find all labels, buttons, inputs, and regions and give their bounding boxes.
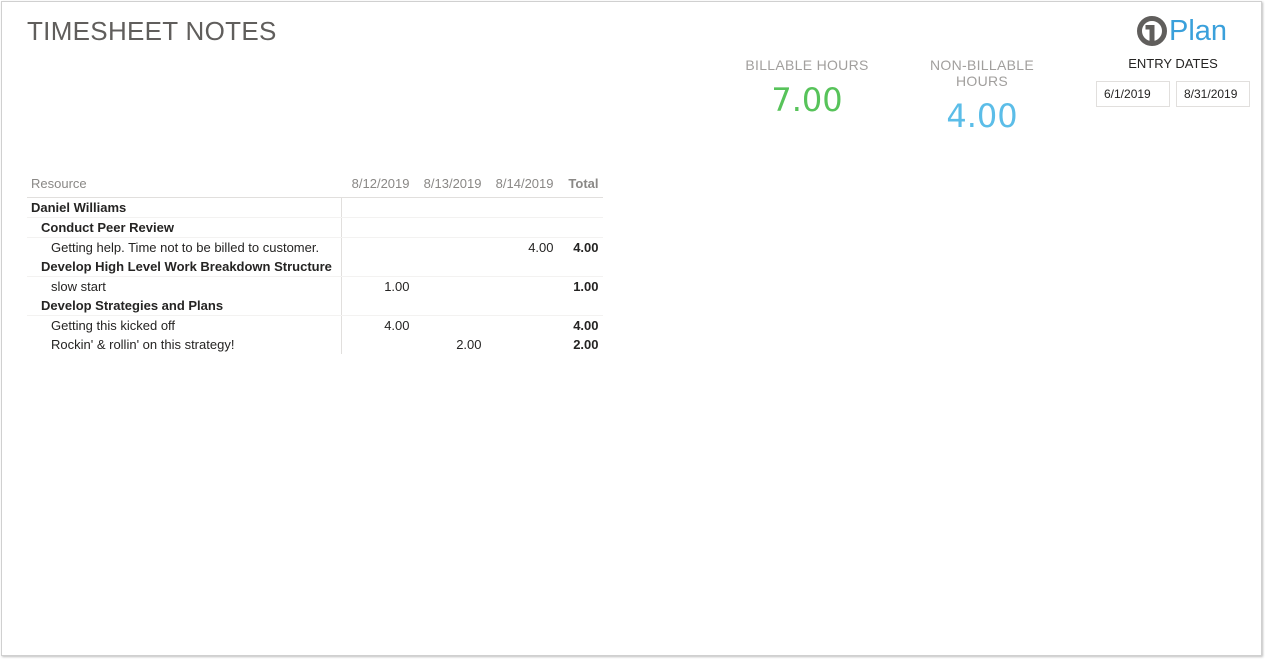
matrix-row-note[interactable]: slow start 1.00 1.00 xyxy=(27,276,603,297)
billable-hours-label: BILLABLE HOURS xyxy=(745,57,869,73)
non-billable-hours-label: NON-BILLABLE HOURS xyxy=(930,57,1034,89)
cell-date-2 xyxy=(414,277,486,297)
timesheet-matrix: Resource 8/12/2019 8/13/2019 8/14/2019 T… xyxy=(27,169,603,354)
cell-total xyxy=(557,257,603,277)
start-date-input[interactable]: 6/1/2019 xyxy=(1096,81,1170,107)
cell-date-1 xyxy=(341,217,414,238)
cell-date-2 xyxy=(414,316,486,336)
cell-total: 4.00 xyxy=(573,318,599,333)
header-resource[interactable]: Resource xyxy=(27,169,341,198)
oneplan-logo: Plan xyxy=(1136,14,1227,48)
billable-hours-value: 7.00 xyxy=(771,81,843,119)
logo-mark-icon xyxy=(1137,16,1167,46)
row-label: Develop High Level Work Breakdown Struct… xyxy=(27,257,342,277)
cell-total: 4.00 xyxy=(573,240,599,255)
cell-date-3 xyxy=(485,296,558,316)
logo-text: Plan xyxy=(1169,15,1228,47)
non-billable-hours-value: 4.00 xyxy=(946,97,1018,135)
cell-date-2 xyxy=(413,197,486,218)
matrix-row-note[interactable]: Rockin' & rollin' on this strategy! 2.00… xyxy=(27,335,603,354)
cell-date-1: 1.00 xyxy=(384,279,410,294)
non-billable-hours-card: NON-BILLABLE HOURS 4.00 xyxy=(902,57,1062,135)
cell-date-1 xyxy=(341,238,414,258)
cell-date-1 xyxy=(341,257,414,277)
end-date-input[interactable]: 8/31/2019 xyxy=(1176,81,1250,107)
cell-date-3 xyxy=(485,197,558,218)
row-label: Conduct Peer Review xyxy=(27,217,342,238)
cell-date-2 xyxy=(413,217,486,238)
cell-date-1 xyxy=(341,296,414,316)
header-date-2[interactable]: 8/13/2019 xyxy=(413,169,486,198)
cell-date-3 xyxy=(486,316,558,336)
entry-dates-label: ENTRY DATES xyxy=(1128,56,1218,71)
cell-date-3 xyxy=(485,217,558,238)
row-label: Rockin' & rollin' on this strategy! xyxy=(27,335,342,354)
matrix-row-task[interactable]: Develop High Level Work Breakdown Struct… xyxy=(27,257,603,277)
cell-date-2 xyxy=(413,296,486,316)
row-label: slow start xyxy=(27,276,342,296)
row-label: Getting this kicked off xyxy=(27,315,342,335)
report-canvas: TIMESHEET NOTES Plan BILLABLE HOURS 7.00… xyxy=(1,1,1262,656)
cell-date-2 xyxy=(414,238,486,258)
cell-date-3 xyxy=(486,277,558,297)
matrix-row-note[interactable]: Getting this kicked off 4.00 4.00 xyxy=(27,315,603,336)
matrix-row-note[interactable]: Getting help. Time not to be billed to c… xyxy=(27,237,603,258)
row-label: Daniel Williams xyxy=(27,197,342,218)
cell-date-3: 4.00 xyxy=(528,240,554,255)
row-label: Develop Strategies and Plans xyxy=(27,296,342,316)
matrix-row-resource[interactable]: Daniel Williams xyxy=(27,197,603,218)
cell-total xyxy=(557,197,603,218)
matrix-row-task[interactable]: Develop Strategies and Plans xyxy=(27,296,603,316)
cell-date-2 xyxy=(413,257,486,277)
header-date-1[interactable]: 8/12/2019 xyxy=(341,169,414,198)
header-total[interactable]: Total xyxy=(557,169,603,198)
row-label: Getting help. Time not to be billed to c… xyxy=(27,237,342,257)
cell-date-1 xyxy=(341,335,414,354)
billable-hours-card: BILLABLE HOURS 7.00 xyxy=(742,57,872,119)
cell-date-2: 2.00 xyxy=(456,337,482,352)
cell-total: 1.00 xyxy=(573,279,599,294)
page-title: TIMESHEET NOTES xyxy=(27,16,277,46)
cell-total xyxy=(557,296,603,316)
header-date-3[interactable]: 8/14/2019 xyxy=(485,169,558,198)
cell-date-3 xyxy=(485,257,558,277)
matrix-row-task[interactable]: Conduct Peer Review xyxy=(27,217,603,238)
cell-date-1: 4.00 xyxy=(384,318,410,333)
matrix-header-row: Resource 8/12/2019 8/13/2019 8/14/2019 T… xyxy=(27,169,603,198)
cell-date-1 xyxy=(341,197,414,218)
cell-total: 2.00 xyxy=(573,337,599,352)
entry-dates-slicer: ENTRY DATES 6/1/2019 8/31/2019 xyxy=(1096,56,1250,107)
cell-date-3 xyxy=(486,335,558,354)
cell-total xyxy=(557,217,603,238)
